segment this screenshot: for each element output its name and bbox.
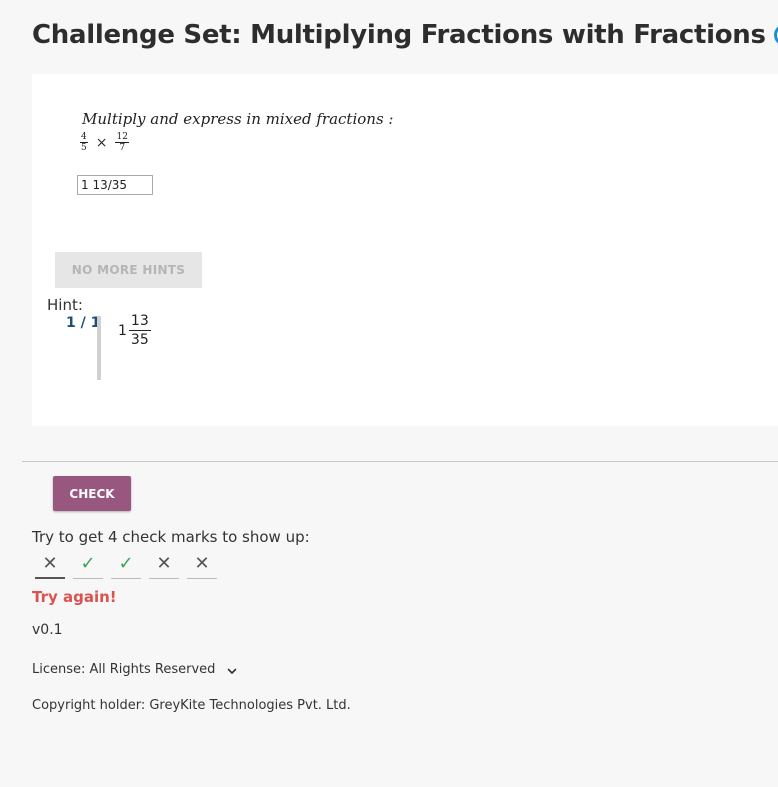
page-title: Challenge Set: Multiplying Fractions wit… xyxy=(32,20,778,50)
problem-expression: 4 5 × 12 7 xyxy=(78,132,131,153)
fraction-a: 4 5 xyxy=(80,132,88,153)
hint-answer-numerator: 13 xyxy=(128,313,151,331)
hint-answer-whole: 1 xyxy=(118,322,127,339)
license-dropdown[interactable]: License: All Rights Reserved xyxy=(32,662,237,677)
check-button[interactable]: CHECK xyxy=(53,476,131,511)
check-mark-icon: ✓ xyxy=(73,550,103,579)
question-panel: Multiply and express in mixed fractions … xyxy=(32,74,778,426)
answer-input[interactable] xyxy=(77,175,153,195)
hint-answer: 1 13 35 xyxy=(118,312,151,349)
hint-answer-fraction: 13 35 xyxy=(128,312,151,349)
wrong-mark-icon: ✕ xyxy=(149,550,179,579)
hint-scrollbar[interactable] xyxy=(97,316,101,380)
check-marks-instruction: Try to get 4 check marks to show up: xyxy=(32,528,310,546)
fraction-a-numerator: 4 xyxy=(80,132,88,143)
section-divider xyxy=(22,461,778,462)
hint-counter: 1 / 1 xyxy=(66,315,101,331)
copyright-text: Copyright holder: GreyKite Technologies … xyxy=(32,698,351,713)
result-message: Try again! xyxy=(32,588,117,606)
fraction-a-denominator: 5 xyxy=(81,143,87,153)
hint-label: Hint: xyxy=(47,296,83,314)
wrong-mark-icon: ✕ xyxy=(187,550,217,579)
check-mark-icon: ✓ xyxy=(111,550,141,579)
hint-answer-denominator: 35 xyxy=(130,332,149,348)
question-instruction: Multiply and express in mixed fractions … xyxy=(82,110,394,128)
fraction-b: 12 7 xyxy=(115,132,129,153)
check-marks-row: ✕ ✓ ✓ ✕ ✕ xyxy=(35,550,225,579)
page-title-text: Challenge Set: Multiplying Fractions wit… xyxy=(32,20,766,50)
chevron-down-icon[interactable] xyxy=(227,665,237,675)
license-label: License: All Rights Reserved xyxy=(32,662,216,677)
no-more-hints-button: NO MORE HINTS xyxy=(55,252,202,288)
fraction-b-numerator: 12 xyxy=(115,132,129,143)
version-label: v0.1 xyxy=(32,622,63,638)
multiply-operator: × xyxy=(95,134,108,151)
clock-icon[interactable] xyxy=(773,23,778,47)
fraction-b-denominator: 7 xyxy=(119,143,126,153)
wrong-mark-icon: ✕ xyxy=(35,550,65,579)
